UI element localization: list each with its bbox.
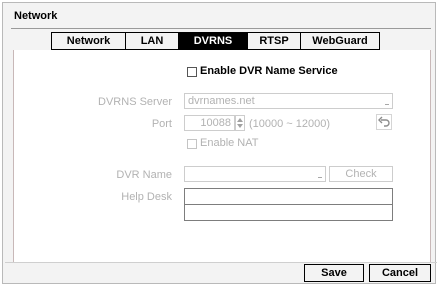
undo-arrow-icon[interactable] (376, 114, 392, 130)
enable-nat-label: Enable NAT (200, 137, 259, 149)
cancel-button[interactable]: Cancel (369, 264, 431, 282)
network-dialog: Network Network LAN DVRNS RTSP WebGuard … (2, 2, 437, 284)
dvrns-server-input[interactable]: dvrnames.net (184, 93, 393, 109)
keyboard-indicator-icon (318, 177, 322, 178)
port-value: 10088 (200, 117, 231, 129)
dvrns-settings-panel (13, 50, 431, 262)
save-button[interactable]: Save (304, 264, 364, 282)
spin-down-icon[interactable] (237, 124, 243, 128)
keyboard-indicator-icon (385, 104, 389, 105)
enable-dvrns-label: Enable DVR Name Service (200, 65, 338, 77)
tab-network[interactable]: Network (51, 32, 126, 50)
help-desk-input-line1[interactable] (184, 188, 393, 205)
enable-dvrns-checkbox[interactable] (187, 67, 197, 77)
dvr-name-input[interactable] (184, 166, 326, 182)
tab-rtsp[interactable]: RTSP (248, 32, 301, 50)
port-label: Port (151, 118, 172, 130)
check-button[interactable]: Check (329, 166, 393, 182)
port-range-hint: (10000 ~ 12000) (249, 118, 331, 130)
spin-up-icon[interactable] (237, 118, 243, 122)
title-divider (11, 28, 431, 29)
enable-nat-checkbox[interactable] (187, 139, 197, 149)
dvr-name-label: DVR Name (116, 169, 172, 181)
dvrns-server-label: DVRNS Server (98, 96, 172, 108)
tab-bar: Network LAN DVRNS RTSP WebGuard (51, 32, 380, 50)
tab-webguard[interactable]: WebGuard (301, 32, 380, 50)
dvrns-server-value: dvrnames.net (188, 95, 255, 107)
spinner-arrows-icon[interactable] (235, 115, 245, 131)
tab-dvrns[interactable]: DVRNS (179, 32, 248, 50)
panel-divider (5, 262, 437, 263)
tab-lan[interactable]: LAN (126, 32, 179, 50)
dialog-title: Network (14, 10, 58, 22)
port-input[interactable]: 10088 (184, 115, 235, 131)
help-desk-input-line2[interactable] (184, 204, 393, 221)
help-desk-label: Help Desk (121, 191, 172, 203)
